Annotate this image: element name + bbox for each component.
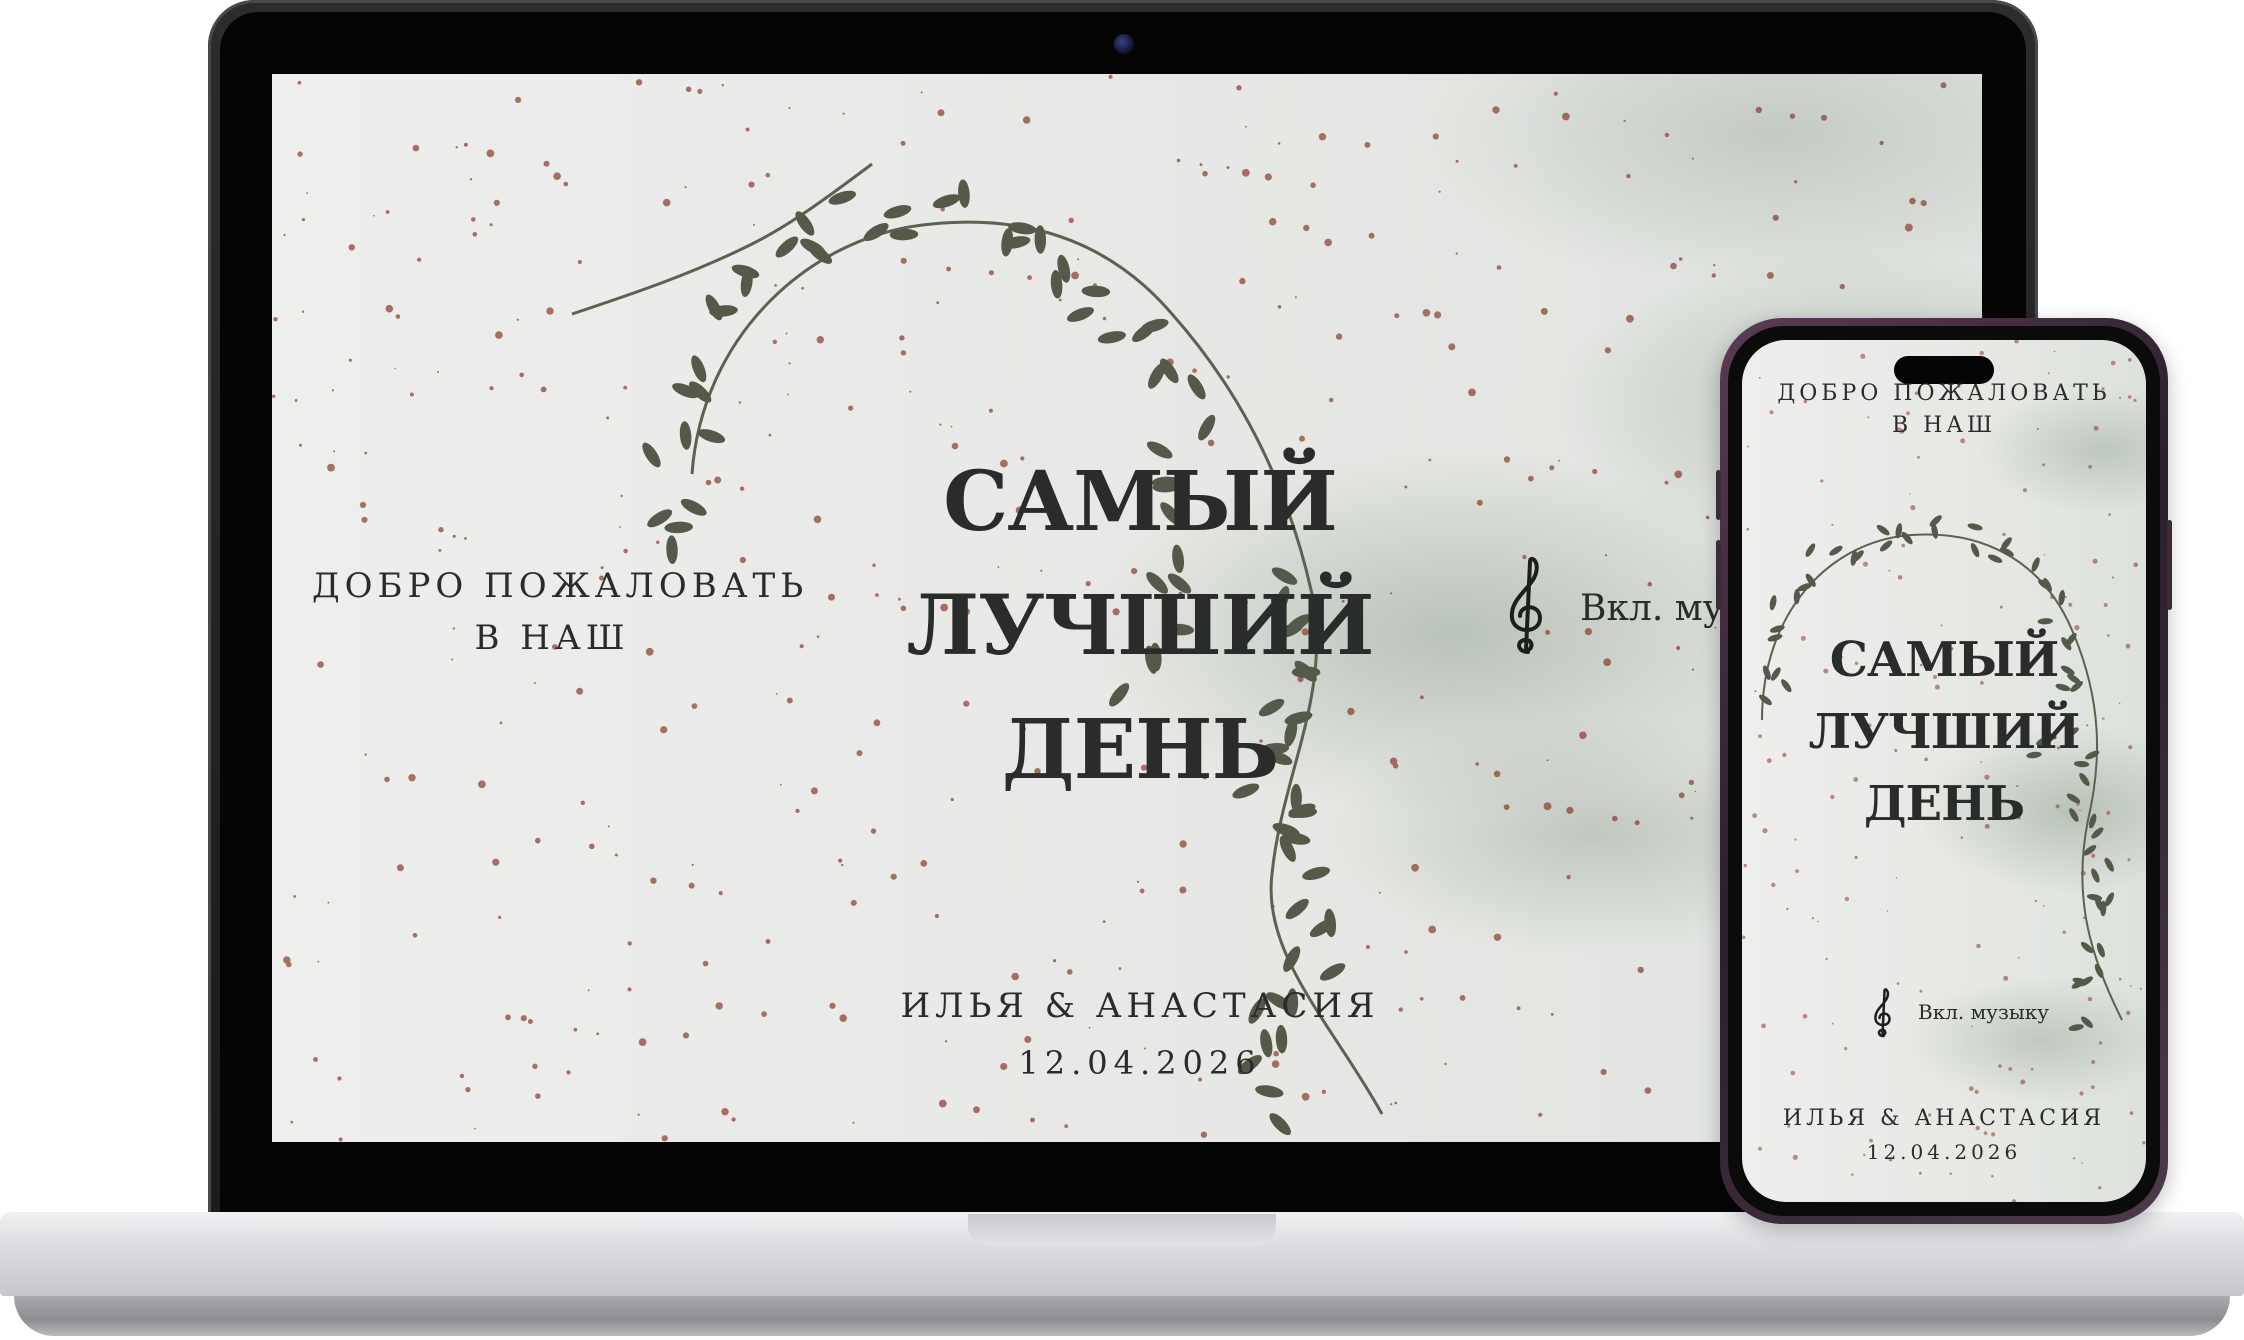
phone-power-button — [2167, 520, 2172, 610]
desktop-welcome-line2: В НАШ — [474, 618, 630, 658]
mobile-treble-clef-icon[interactable] — [1872, 988, 1894, 1042]
desktop-title: САМЫЙ ЛУЧШИЙ ДЕНЬ — [880, 440, 1400, 812]
phone-side-button — [1716, 470, 1721, 520]
laptop-base-edge — [14, 1296, 2230, 1336]
desktop-welcome-text: ДОБРО ПОЖАЛОВАТЬ В НАШ — [312, 560, 809, 664]
mobile-couple-names: ИЛЬЯ & АНАСТАСИЯ — [1782, 1106, 2106, 1131]
mobile-welcome-line1: ДОБРО ПОЖАЛОВАТЬ — [1777, 381, 2111, 406]
desktop-welcome-line1: ДОБРО ПОЖАЛОВАТЬ — [312, 566, 809, 606]
desktop-title-line1: САМЫЙ — [943, 454, 1338, 550]
phone-volume-button — [1716, 540, 1721, 610]
desktop-music-toggle[interactable]: Вкл. му — [1580, 588, 1724, 629]
mobile-title-line2: ЛУЧШИЙ — [1808, 704, 2081, 760]
laptop-opening-notch — [968, 1214, 1276, 1246]
mobile-welcome-text: ДОБРО ПОЖАЛОВАТЬ В НАШ — [1742, 378, 2146, 442]
mobile-title-line1: САМЫЙ — [1829, 632, 2059, 688]
mobile-music-toggle[interactable]: Вкл. музыку — [1918, 1000, 2049, 1024]
mobile-wedding-date: 12.04.2026 — [1866, 1140, 2022, 1164]
webcam-icon — [1114, 34, 1134, 54]
mobile-welcome-line2: В НАШ — [1891, 413, 1997, 438]
treble-clef-icon[interactable] — [1506, 556, 1548, 660]
desktop-title-line3: ДЕНЬ — [1001, 702, 1280, 798]
desktop-title-line2: ЛУЧШИЙ — [906, 578, 1375, 674]
mobile-title: САМЫЙ ЛУЧШИЙ ДЕНЬ — [1742, 624, 2146, 840]
mobile-title-line3: ДЕНЬ — [1863, 776, 2025, 832]
desktop-couple-names: ИЛЬЯ & АНАСТАСИЯ — [900, 986, 1380, 1026]
desktop-wedding-date: 12.04.2026 — [1018, 1044, 1262, 1082]
